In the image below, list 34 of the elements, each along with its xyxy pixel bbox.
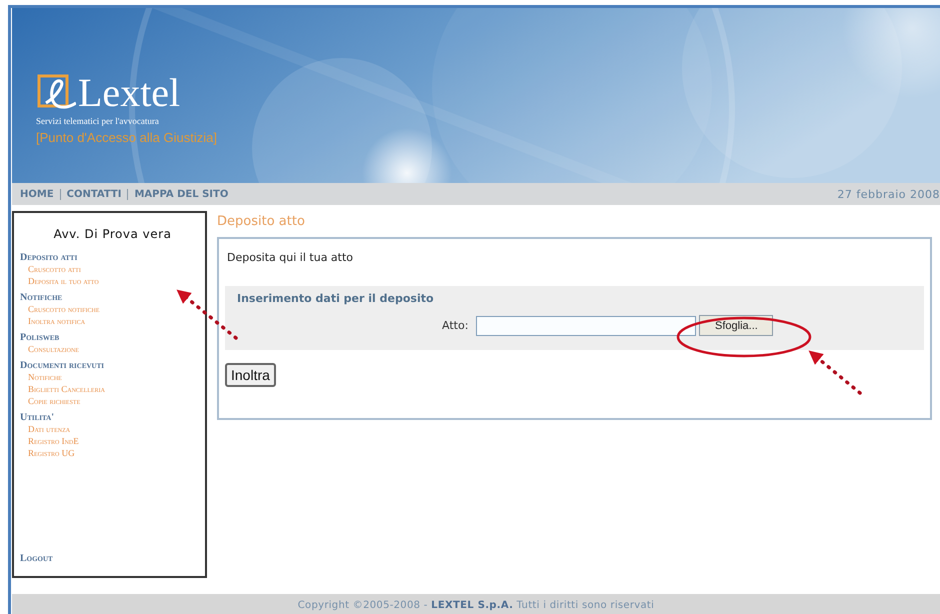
menu-item[interactable]: Consultazione bbox=[20, 343, 79, 355]
menu-section[interactable]: Notifiche bbox=[20, 292, 62, 303]
subtitle: [Punto d'Accesso alla Giustizia] bbox=[36, 130, 217, 145]
menu-item[interactable]: Inoltra notifica bbox=[20, 315, 86, 327]
file-path-field[interactable] bbox=[476, 316, 696, 336]
nav-link[interactable]: CONTATTI bbox=[60, 188, 128, 200]
section-title: Inserimento dati per il deposito bbox=[237, 292, 435, 305]
menu-section[interactable]: Polisweb bbox=[20, 332, 60, 343]
menu-item[interactable]: Cruscotto atti bbox=[20, 263, 81, 275]
page-title: Deposito atto bbox=[217, 214, 306, 229]
annotation-arrow bbox=[808, 350, 862, 395]
menu-item[interactable]: Dati utenza bbox=[20, 423, 70, 435]
user-name: Avv. Di Prova vera bbox=[54, 227, 172, 241]
annotation-arrow bbox=[176, 290, 238, 340]
tagline: Servizi telematici per l'avvocatura bbox=[36, 116, 159, 126]
menu-item[interactable]: Registro UG bbox=[20, 447, 75, 459]
menu-item[interactable]: Biglietti Cancelleria bbox=[20, 383, 105, 395]
menu-item[interactable]: Deposita il tuo atto bbox=[20, 275, 99, 287]
menu-item[interactable]: Registro IndE bbox=[20, 435, 79, 447]
menu-item[interactable]: Notifiche bbox=[20, 371, 62, 383]
menu-section[interactable]: Documenti ricevuti bbox=[20, 360, 104, 371]
field-label: Atto: bbox=[442, 319, 468, 332]
menu-item[interactable]: Cruscotto notifiche bbox=[20, 303, 100, 315]
logo-text: Lextel bbox=[78, 73, 180, 113]
intro-text: Deposita qui il tua atto bbox=[227, 251, 354, 264]
menu-section[interactable]: Deposito atti bbox=[20, 252, 78, 263]
submit-button[interactable]: Inoltra bbox=[225, 363, 276, 387]
menu-section[interactable]: Utilita' bbox=[20, 412, 54, 423]
nav-link[interactable]: MAPPA DEL SITO bbox=[128, 188, 234, 200]
nav-link[interactable]: HOME bbox=[14, 188, 60, 200]
menu-item[interactable]: Copie richieste bbox=[20, 395, 80, 407]
date-label: 27 febbraio 2008 bbox=[837, 188, 940, 200]
copyright-text: Copyright ©2005-2008 - LEXTEL S.p.A. Tutti i diritti sono riservati bbox=[298, 600, 654, 611]
logout-link[interactable]: Logout bbox=[20, 553, 53, 564]
